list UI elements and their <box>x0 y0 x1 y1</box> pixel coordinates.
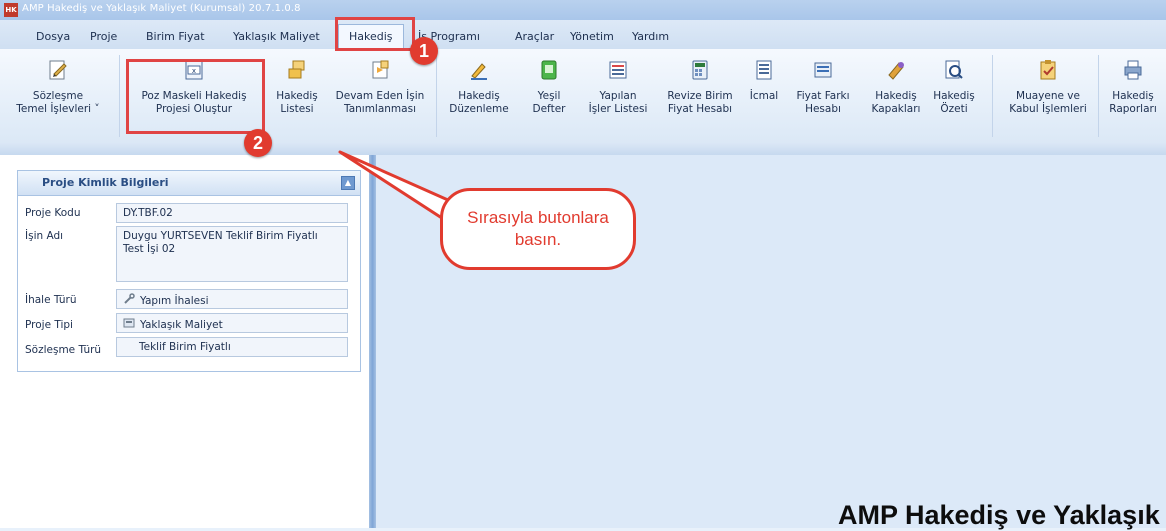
ribbon-label: Defter <box>532 103 566 115</box>
instruction-callout: Sırasıyla butonlara basın. <box>440 188 636 270</box>
contract-edit-icon <box>47 59 69 81</box>
summary-icon <box>753 59 775 81</box>
step-badge-1: 1 <box>410 37 438 65</box>
contract-functions-button[interactable]: Sözleşme Temel İşlevleri ˅ <box>6 53 110 133</box>
menu-dosya[interactable]: Dosya <box>36 30 70 43</box>
ribbon-label: İcmal <box>749 90 779 102</box>
inspection-icon <box>1037 59 1059 81</box>
menu-proje[interactable]: Proje <box>90 30 117 43</box>
ribbon-label: Hakediş <box>276 90 318 102</box>
highlight-masked-project-button <box>126 59 265 134</box>
summary-button[interactable]: İcmal <box>742 53 786 133</box>
project-info-panel: Proje Kimlik Bilgileri ▲ Proje Kodu DY.T… <box>17 170 361 372</box>
printer-icon <box>1122 59 1144 81</box>
inspection-acceptance-button[interactable]: Muayene ve Kabul İşlemleri <box>1002 53 1094 133</box>
menu-birim-fiyat[interactable]: Birim Fiyat <box>146 30 205 43</box>
ribbon-label: Listesi <box>280 103 314 115</box>
ribbon-divider <box>1098 55 1099 137</box>
ribbon-label: İşler Listesi <box>588 103 648 115</box>
ribbon-label: Fiyat Hesabı <box>667 103 733 115</box>
tender-type-value: Yapım İhalesi <box>140 295 209 307</box>
green-book-icon <box>538 59 560 81</box>
ribbon-label: Yapılan <box>599 90 637 102</box>
window-title: AMP Hakediş ve Yaklaşık Maliyet (Kurumsa… <box>22 3 301 14</box>
panel-header: Proje Kimlik Bilgileri ▲ <box>18 171 360 196</box>
ribbon-label: Tanımlanması <box>344 103 416 115</box>
ribbon-label: Kapakları <box>871 103 921 115</box>
ribbon-label: Yeşil <box>537 90 561 102</box>
ribbon-divider <box>992 55 993 137</box>
contract-type-label: Sözleşme Türü <box>25 344 102 356</box>
callout-text: Sırasıyla butonlara basın. <box>467 208 609 249</box>
ribbon-label: Hakediş <box>875 90 917 102</box>
ribbon-label: Kabul İşlemleri <box>1009 103 1087 115</box>
contract-type-value: Teklif Birim Fiyatlı <box>116 337 348 357</box>
ribbon-label: Raporları <box>1109 103 1157 115</box>
menu-yaklasik-maliyet[interactable]: Yaklaşık Maliyet <box>233 30 320 43</box>
ribbon-label: Hakediş <box>933 90 975 102</box>
green-book-button[interactable]: Yeşil Defter <box>524 53 574 133</box>
hakedis-list-button[interactable]: Hakediş Listesi <box>266 53 328 133</box>
footer-heading: AMP Hakediş ve Yaklaşık <box>838 500 1160 530</box>
ribbon-divider <box>436 55 437 137</box>
hakedis-edit-button[interactable]: Hakediş Düzenleme <box>446 53 512 133</box>
ribbon-label: Revize Birim <box>667 90 733 102</box>
ribbon-label: Muayene ve <box>1016 90 1080 102</box>
ribbon-label: Özeti <box>940 103 968 115</box>
hakedis-reports-button[interactable]: Hakediş Raporları <box>1104 53 1162 133</box>
ongoing-work-button[interactable]: Devam Eden İşin Tanımlanması <box>332 53 428 133</box>
ribbon-divider <box>119 55 120 137</box>
menu-yonetim[interactable]: Yönetim <box>570 30 614 43</box>
project-code-value: DY.TBF.02 <box>116 203 348 223</box>
menu-araclar[interactable]: Araçlar <box>515 30 554 43</box>
project-type-field: Yaklaşık Maliyet <box>116 313 348 333</box>
cover-icon <box>885 59 907 81</box>
work-name-value: Duygu YURTSEVEN Teklif Birim Fiyatlı Tes… <box>116 226 348 282</box>
tender-type-field: Yapım İhalesi <box>116 289 348 309</box>
ribbon-label: Fiyat Farkı <box>796 90 850 102</box>
step-badge-2: 2 <box>244 129 272 157</box>
ribbon-bottom-strip <box>0 143 1166 155</box>
work-name-label: İşin Adı <box>25 230 64 242</box>
price-difference-button[interactable]: Fiyat Farkı Hesabı <box>792 53 854 133</box>
magnifier-icon <box>943 59 965 81</box>
ribbon-label: Hakediş <box>458 90 500 102</box>
ongoing-work-icon <box>369 59 391 81</box>
ribbon-label: Hesabı <box>805 103 841 115</box>
tender-type-label: İhale Türü <box>25 294 77 306</box>
ribbon-label: Devam Eden İşin <box>335 90 425 102</box>
ribbon-label: Sözleşme <box>32 90 84 102</box>
edit-icon <box>468 59 490 81</box>
revised-price-button[interactable]: Revize Birim Fiyat Hesabı <box>662 53 738 133</box>
project-type-label: Proje Tipi <box>25 319 73 331</box>
highlight-hakedis-menu <box>335 17 415 51</box>
ribbon-label: Hakediş <box>1112 90 1154 102</box>
ribbon-label: Temel İşlevleri ˅ <box>16 103 100 115</box>
project-code-label: Proje Kodu <box>25 207 81 219</box>
hakedis-covers-button[interactable]: Hakediş Kapakları <box>866 53 926 133</box>
calculator-icon <box>123 317 135 332</box>
title-bar: HK AMP Hakediş ve Yaklaşık Maliyet (Kuru… <box>0 0 1166 20</box>
app-icon: HK <box>4 3 18 17</box>
ribbon-label: Düzenleme <box>449 103 509 115</box>
calculator-icon <box>689 59 711 81</box>
project-type-value: Yaklaşık Maliyet <box>140 319 223 331</box>
work-list-button[interactable]: Yapılan İşler Listesi <box>578 53 658 133</box>
menu-bar: Dosya Proje Birim Fiyat Yaklaşık Maliyet… <box>0 20 1166 50</box>
tools-icon <box>123 293 135 308</box>
panel-title: Proje Kimlik Bilgileri <box>42 176 169 189</box>
hakedis-summary-button[interactable]: Hakediş Özeti <box>930 53 978 133</box>
price-diff-icon <box>812 59 834 81</box>
folder-list-icon <box>286 59 308 81</box>
menu-yardim[interactable]: Yardım <box>632 30 669 43</box>
work-list-icon <box>607 59 629 81</box>
